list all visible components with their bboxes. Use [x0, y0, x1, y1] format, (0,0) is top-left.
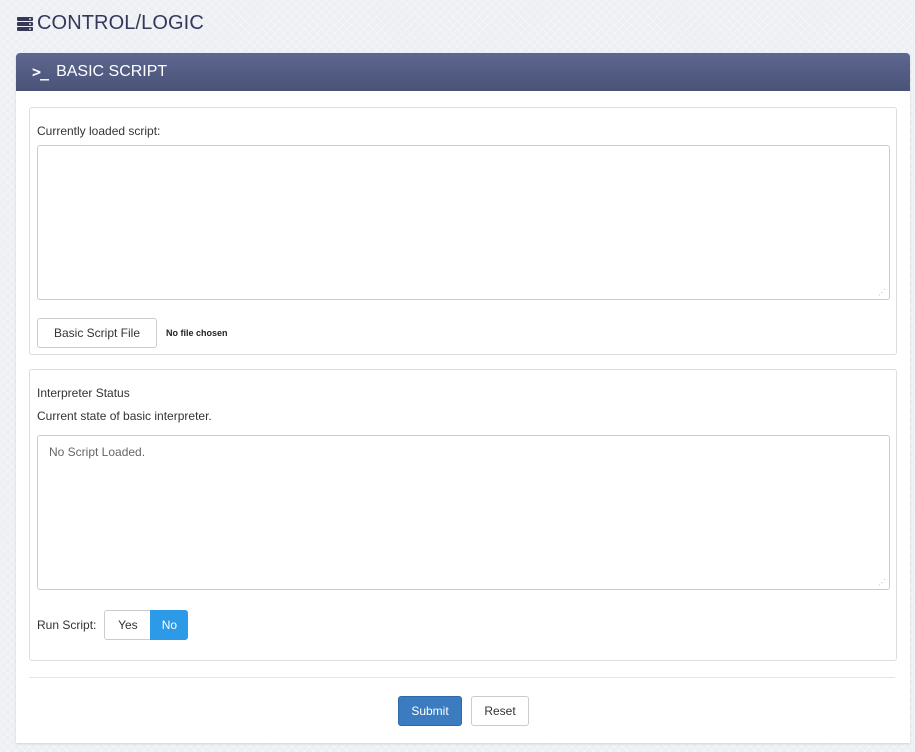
server-stack-icon	[16, 15, 34, 33]
loaded-script-section: Currently loaded script: ⋰ Basic Script …	[29, 107, 897, 355]
run-script-label: Run Script:	[37, 618, 97, 632]
interpreter-status-value: No Script Loaded.	[49, 445, 146, 459]
submit-button[interactable]: Submit	[398, 696, 462, 726]
reset-button[interactable]: Reset	[471, 696, 529, 726]
run-script-yes-option[interactable]: Yes	[104, 610, 151, 640]
page-header: CONTROL/LOGIC	[16, 12, 204, 35]
interpreter-status-section: Interpreter Status Current state of basi…	[29, 369, 897, 661]
panel-title: BASIC SCRIPT	[56, 63, 168, 80]
interpreter-status-textarea[interactable]: No Script Loaded. ⋰	[37, 435, 890, 590]
file-status-text: No file chosen	[166, 328, 228, 338]
footer-divider	[29, 677, 895, 678]
resize-grip-icon[interactable]: ⋰	[878, 579, 886, 587]
terminal-icon: >_	[32, 63, 49, 81]
resize-grip-icon[interactable]: ⋰	[878, 289, 886, 297]
panel-heading: >_ BASIC SCRIPT	[16, 53, 910, 91]
run-script-row: Run Script: Yes No	[37, 610, 189, 640]
loaded-script-textarea[interactable]: ⋰	[37, 145, 890, 300]
page-title: CONTROL/LOGIC	[37, 12, 204, 34]
interpreter-status-title: Interpreter Status	[37, 386, 130, 400]
run-script-no-option[interactable]: No	[150, 610, 189, 640]
file-upload-row: Basic Script File No file chosen	[37, 318, 228, 348]
run-script-toggle: Yes No	[104, 610, 189, 640]
basic-script-file-button[interactable]: Basic Script File	[37, 318, 157, 348]
form-actions: Submit Reset	[398, 696, 529, 726]
interpreter-status-description: Current state of basic interpreter.	[37, 409, 212, 423]
loaded-script-label: Currently loaded script:	[37, 124, 161, 138]
basic-script-panel: >_ BASIC SCRIPT Currently loaded script:…	[16, 53, 910, 743]
